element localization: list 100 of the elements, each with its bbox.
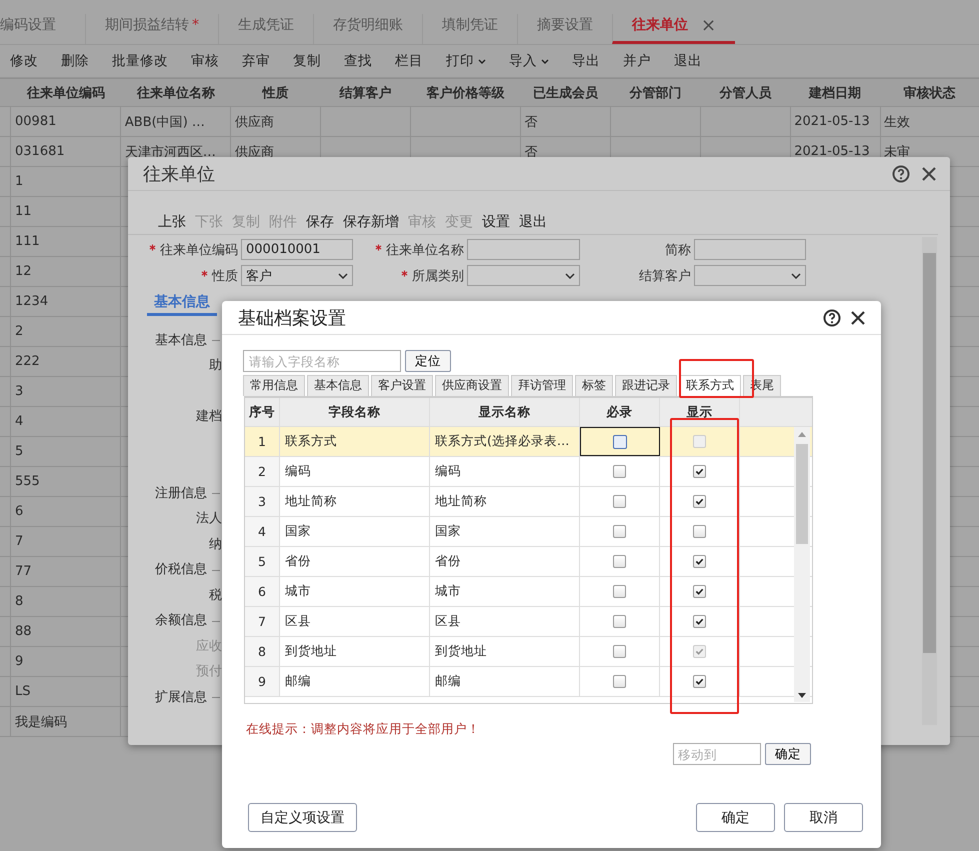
toolbar-button[interactable]: 保存新增 — [343, 212, 399, 232]
table-cell: 8 — [15, 594, 24, 609]
checkbox[interactable] — [613, 675, 626, 688]
toolbar-button[interactable]: 退出 — [519, 212, 547, 232]
toolbar-button[interactable]: 栏目 — [387, 52, 431, 70]
table-cell: 4 — [15, 414, 24, 429]
checkbox[interactable] — [613, 645, 626, 658]
close-icon[interactable] — [922, 166, 936, 180]
checkbox[interactable] — [693, 525, 706, 538]
close-icon[interactable] — [851, 310, 865, 324]
table-cell: 9 — [15, 654, 24, 669]
input-field[interactable]: 000010001 — [241, 239, 353, 260]
table-cell: 城市 — [435, 583, 461, 600]
settings-tab[interactable]: 拜访管理 — [511, 375, 573, 396]
table-cell: 区县 — [435, 613, 461, 630]
table-cell: 88 — [15, 624, 32, 639]
checkbox[interactable] — [693, 495, 706, 508]
checkbox[interactable] — [613, 465, 626, 478]
row-number: 3 — [258, 494, 266, 509]
input-field[interactable] — [467, 239, 580, 260]
checkbox[interactable] — [613, 525, 626, 538]
table-cell: 城市 — [285, 583, 311, 600]
section-label: 注册信息 — [155, 484, 207, 502]
toolbar-button[interactable]: 导出 — [564, 52, 608, 70]
checkbox[interactable] — [613, 434, 627, 448]
row-number: 1 — [258, 434, 266, 449]
scrollbar[interactable] — [794, 427, 810, 702]
field-label: 纳 — [209, 536, 222, 553]
table-cell: 编码 — [435, 463, 461, 480]
column-header: 字段名称 — [280, 398, 430, 426]
cancel-button[interactable]: 取消 — [784, 803, 863, 832]
table-cell: 到货地址 — [285, 643, 337, 660]
input-field[interactable] — [694, 239, 806, 260]
table-cell: 邮编 — [435, 673, 461, 690]
column-header: 结算客户 — [338, 84, 393, 102]
table-cell: 6 — [15, 504, 24, 519]
required-mark-icon — [201, 270, 208, 277]
toolbar-button[interactable]: 审核 — [183, 52, 227, 70]
page-tab[interactable]: 往来单位 × — [612, 14, 736, 44]
settings-tab[interactable]: 基本信息 — [307, 375, 369, 396]
toolbar-button[interactable]: 上张 — [158, 212, 186, 232]
table-cell: 031681 — [15, 144, 65, 159]
field-label: 结算客户 — [639, 268, 691, 284]
toolbar-button[interactable]: 修改 — [2, 52, 46, 70]
help-icon[interactable] — [823, 308, 841, 326]
checkbox[interactable] — [693, 675, 706, 688]
dialog-title: 往来单位 — [143, 162, 216, 186]
table-cell: 12 — [15, 264, 32, 279]
section-label: 扩展信息 — [155, 688, 207, 706]
dropdown-field[interactable]: 客户 — [241, 265, 353, 286]
toolbar-button[interactable]: 导入 — [501, 52, 557, 70]
custom-items-button[interactable]: 自定义项设置 — [248, 803, 357, 832]
field-label: 往来单位编码 — [160, 242, 238, 258]
toolbar-button[interactable]: 弃审 — [234, 52, 278, 70]
table-cell-text: 未审 — [884, 144, 910, 160]
settings-tab[interactable]: 标签 — [575, 375, 613, 396]
confirm-button[interactable]: 确定 — [765, 743, 811, 765]
checkbox[interactable] — [613, 615, 626, 628]
toolbar-button[interactable]: 并户 — [615, 52, 659, 70]
settings-tab[interactable]: 联系方式 — [679, 375, 741, 396]
checkbox[interactable] — [693, 585, 706, 598]
toolbar-button[interactable]: 删除 — [53, 52, 97, 70]
checkbox[interactable] — [613, 495, 626, 508]
section-label: 价税信息 — [155, 561, 207, 578]
column-header: 显示 — [660, 398, 740, 426]
locate-button[interactable]: 定位 — [405, 350, 451, 372]
ok-button[interactable]: 确定 — [696, 803, 775, 832]
move-to-field[interactable]: 移动到 — [673, 743, 761, 765]
checkbox[interactable] — [693, 555, 706, 568]
table-cell: 7 — [15, 534, 24, 549]
toolbar-button[interactable]: 设置 — [482, 212, 510, 232]
toolbar-button[interactable]: 复制 — [285, 52, 329, 70]
search-field[interactable]: 请输入字段名称 — [243, 350, 401, 372]
toolbar-button[interactable]: 批量修改 — [104, 52, 176, 70]
settings-tab[interactable]: 常用信息 — [243, 375, 305, 396]
column-header: 客户价格等级 — [426, 84, 506, 102]
settings-tab[interactable]: 客户设置 — [371, 375, 433, 396]
settings-tab[interactable]: 跟进记录 — [615, 375, 677, 396]
checkbox[interactable] — [693, 615, 706, 628]
help-icon[interactable] — [892, 164, 910, 182]
toolbar-button[interactable]: 退出 — [666, 52, 710, 70]
checkbox[interactable] — [613, 585, 626, 598]
field-label: 往来单位名称 — [386, 242, 464, 258]
checkbox[interactable] — [613, 555, 626, 568]
scrollbar[interactable] — [922, 237, 937, 725]
row-number: 9 — [258, 674, 266, 689]
dropdown-field[interactable] — [467, 265, 580, 286]
field-label: 预付 — [196, 663, 222, 680]
required-mark-icon — [149, 244, 156, 251]
column-header: 性质 — [261, 84, 290, 102]
toolbar-button[interactable]: 打印 — [438, 52, 494, 70]
column-header: 分管人员 — [718, 84, 772, 102]
dropdown-field[interactable] — [694, 265, 806, 286]
settings-tab[interactable]: 供应商设置 — [435, 375, 509, 396]
checkbox[interactable] — [693, 465, 706, 478]
row-number: 5 — [258, 554, 266, 569]
column-header: 审核状态 — [902, 84, 957, 102]
toolbar-button[interactable]: 保存 — [306, 212, 334, 232]
toolbar-button[interactable]: 查找 — [336, 52, 380, 70]
scroll-down-icon[interactable] — [798, 693, 806, 698]
